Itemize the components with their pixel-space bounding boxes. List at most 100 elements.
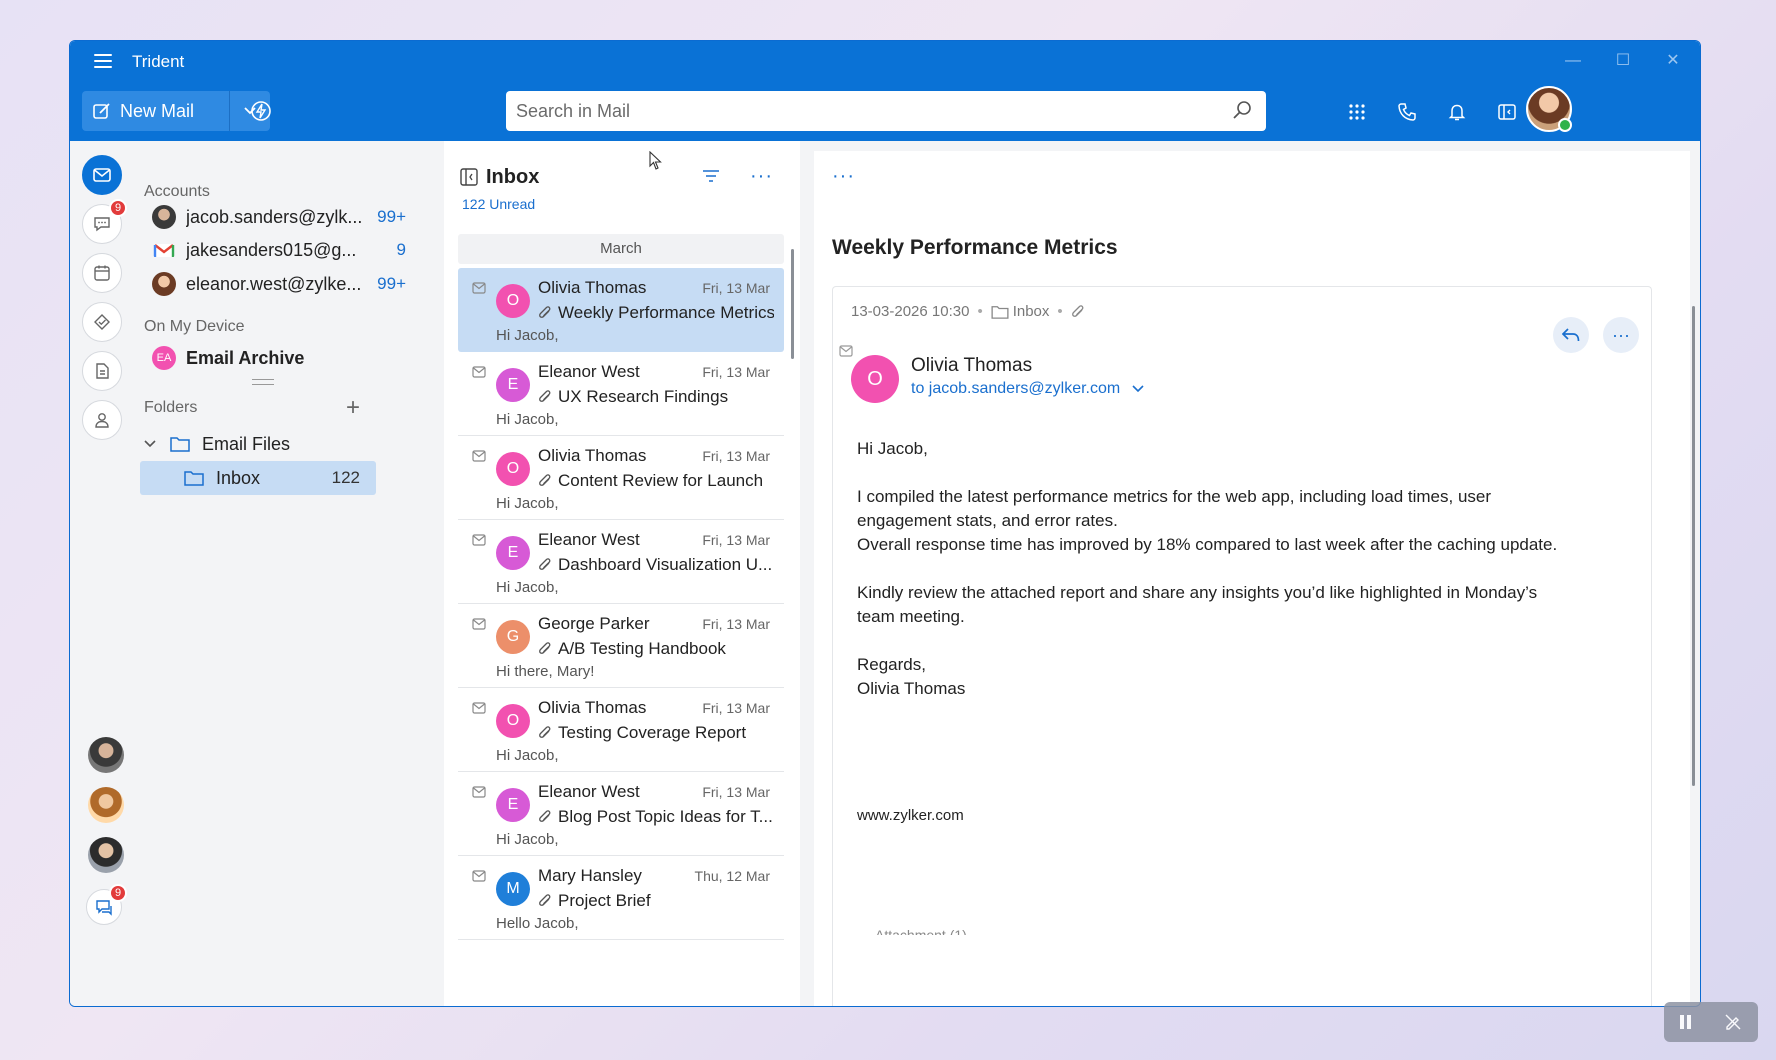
minimize-button[interactable]: — xyxy=(1558,49,1588,73)
contact-avatar-1[interactable] xyxy=(88,737,124,773)
envelope-icon[interactable] xyxy=(472,618,486,630)
new-mail-main[interactable]: New Mail xyxy=(82,91,230,131)
close-button[interactable]: ✕ xyxy=(1658,49,1688,73)
bell-icon[interactable] xyxy=(1444,99,1470,125)
reader-scrollbar[interactable] xyxy=(1692,306,1695,786)
lightning-icon[interactable] xyxy=(250,100,272,122)
mail-item[interactable]: E Eleanor West Fri, 13 Mar Blog Post Topic … xyxy=(458,772,784,856)
new-mail-button[interactable]: New Mail xyxy=(82,91,270,131)
mail-subject: Content Review for Launch xyxy=(538,471,774,491)
unread-count[interactable]: 122 Unread xyxy=(462,196,535,212)
menu-icon[interactable] xyxy=(94,54,112,68)
chevron-down-icon[interactable] xyxy=(144,440,156,448)
pause-icon[interactable] xyxy=(1680,1015,1692,1029)
sender-avatar[interactable]: O xyxy=(851,355,899,403)
draw-off-icon[interactable] xyxy=(1724,1013,1742,1031)
attachment-header[interactable]: Attachment (1) xyxy=(875,927,967,935)
mail-item[interactable]: O Olivia Thomas Fri, 13 Mar Content Review … xyxy=(458,436,784,520)
phone-icon[interactable] xyxy=(1394,99,1420,125)
envelope-icon[interactable] xyxy=(472,366,486,378)
chevron-down-icon xyxy=(1132,385,1144,393)
mail-item[interactable]: E Eleanor West Fri, 13 Mar Dashboard Visual… xyxy=(458,520,784,604)
contact-avatar-2[interactable] xyxy=(88,787,124,823)
reading-pane: ··· Weekly Performance Metrics 13-03-202… xyxy=(800,141,1700,1006)
mail-list-scrollbar[interactable] xyxy=(791,249,794,359)
contact-icon xyxy=(95,413,109,428)
chat-badge: 9 xyxy=(109,199,127,217)
envelope-icon[interactable] xyxy=(472,534,486,546)
mail-item[interactable]: O Olivia Thomas Fri, 13 Mar Testing Coverag… xyxy=(458,688,784,772)
mail-date: Thu, 12 Mar xyxy=(694,868,770,884)
calendar-app-button[interactable] xyxy=(82,253,122,293)
reply-button[interactable] xyxy=(1553,317,1589,353)
tasks-app-button[interactable] xyxy=(82,302,122,342)
envelope-icon[interactable] xyxy=(472,702,486,714)
attachment-icon xyxy=(539,306,551,318)
mail-date: Fri, 13 Mar xyxy=(702,364,770,380)
account-item-2[interactable]: jakesanders015@g... 9 xyxy=(152,234,406,266)
folder-inbox[interactable]: Inbox 122 xyxy=(140,461,376,495)
folder-email-files[interactable]: Email Files xyxy=(140,427,290,461)
envelope-icon[interactable] xyxy=(472,870,486,882)
signature-link[interactable]: www.zylker.com xyxy=(857,807,964,824)
folder-count: 122 xyxy=(331,468,360,487)
title-bar: Trident — ☐ ✕ New Mail xyxy=(70,41,1700,141)
message-folder[interactable]: Inbox xyxy=(1013,303,1050,320)
app-title: Trident xyxy=(132,52,185,71)
contacts-app-button[interactable] xyxy=(82,400,122,440)
online-status-icon xyxy=(1558,118,1572,132)
chat-icon xyxy=(94,217,110,232)
sender-name[interactable]: Olivia Thomas xyxy=(911,355,1032,377)
envelope-icon[interactable] xyxy=(472,786,486,798)
mail-subject-text: Testing Coverage Report xyxy=(558,723,747,742)
email-archive-item[interactable]: EA Email Archive xyxy=(152,346,304,370)
search-bar[interactable] xyxy=(506,91,1266,131)
message-body: Hi Jacob, I compiled the latest performa… xyxy=(857,437,1577,701)
folder-icon xyxy=(170,437,190,452)
sender-avatar: E xyxy=(496,788,530,822)
account-item-1[interactable]: jacob.sanders@zylk... 99+ xyxy=(152,201,406,233)
message-more-button[interactable]: ··· xyxy=(1603,317,1639,353)
mail-item[interactable]: M Mary Hansley Thu, 12 Mar Project Brief Hel… xyxy=(458,856,784,940)
new-mail-label: New Mail xyxy=(120,100,195,121)
reader-more-icon[interactable]: ··· xyxy=(832,165,855,188)
add-folder-button[interactable]: + xyxy=(346,396,360,420)
mail-item[interactable]: G George Parker Fri, 13 Mar A/B Testing Han… xyxy=(458,604,784,688)
mail-item[interactable]: E Eleanor West Fri, 13 Mar UX Research Find… xyxy=(458,352,784,436)
panel-icon[interactable] xyxy=(460,168,478,186)
mail-date: Fri, 13 Mar xyxy=(702,784,770,800)
sender-avatar: O xyxy=(496,452,530,486)
email-subject: Weekly Performance Metrics xyxy=(832,236,1118,259)
notes-app-button[interactable] xyxy=(82,351,122,391)
bottom-chat-button[interactable]: 9 xyxy=(86,884,127,925)
mail-sender: Eleanor West xyxy=(538,782,640,801)
mouse-cursor-icon xyxy=(649,151,662,170)
attachment-icon xyxy=(539,474,551,486)
chat-app-button[interactable]: 9 xyxy=(82,199,127,244)
body-greeting: Hi Jacob, xyxy=(857,439,928,458)
recipient-line[interactable]: to jacob.sanders@zylker.com xyxy=(911,380,1144,398)
more-options-icon[interactable]: ··· xyxy=(750,165,773,188)
mail-item[interactable]: O Olivia Thomas Fri, 13 Mar Weekly Performa… xyxy=(458,268,784,352)
envelope-icon[interactable] xyxy=(472,450,486,462)
account-item-3[interactable]: eleanor.west@zylke... 99+ xyxy=(152,268,406,300)
mail-subject-text: Project Brief xyxy=(558,891,651,910)
mail-app-button[interactable] xyxy=(82,155,122,195)
envelope-icon xyxy=(839,345,853,357)
resize-handle[interactable] xyxy=(252,379,274,385)
envelope-icon[interactable] xyxy=(472,282,486,294)
accounts-label: Accounts xyxy=(144,183,210,200)
account-avatar xyxy=(152,205,176,229)
search-input[interactable] xyxy=(516,100,1196,122)
sidebar-toggle-icon[interactable] xyxy=(1494,99,1520,125)
mail-subject: Weekly Performance Metrics xyxy=(538,303,774,323)
apps-grid-icon[interactable] xyxy=(1344,99,1370,125)
maximize-button[interactable]: ☐ xyxy=(1608,49,1638,73)
search-icon[interactable] xyxy=(1232,100,1252,120)
contact-avatar-3[interactable] xyxy=(88,837,124,873)
sender-avatar: O xyxy=(496,704,530,738)
user-avatar[interactable] xyxy=(1526,86,1572,132)
filter-icon[interactable] xyxy=(702,169,720,183)
message-datetime: 13-03-2026 10:30 xyxy=(851,303,970,320)
mail-icon xyxy=(93,168,111,182)
